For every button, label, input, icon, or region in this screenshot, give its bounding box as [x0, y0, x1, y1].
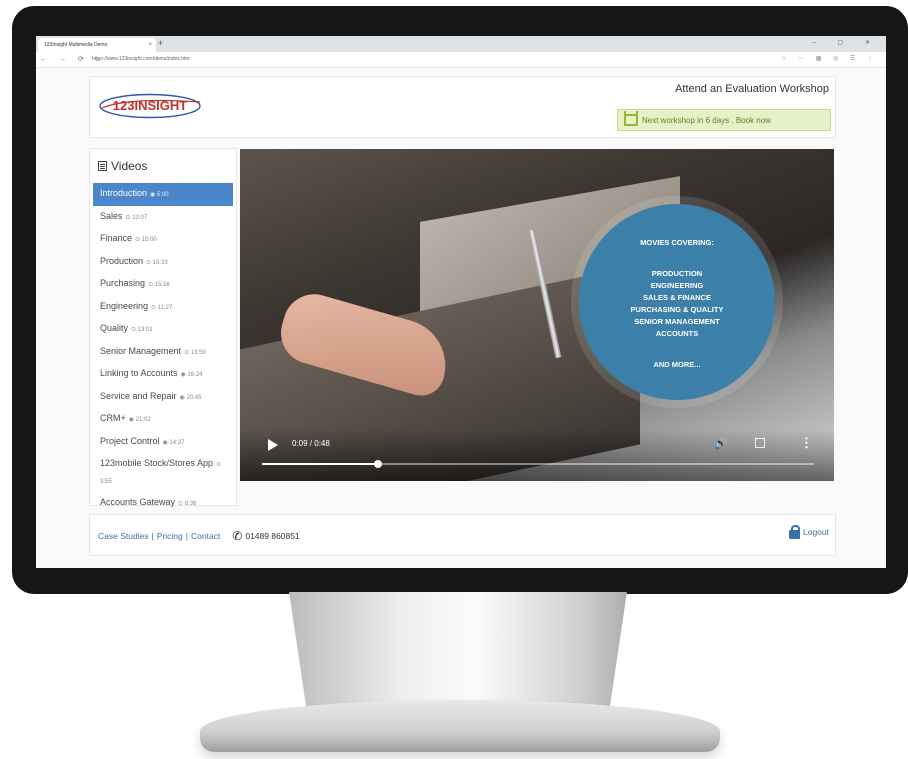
footer-links: Case Studies | Pricing | Contact ✆ 01489… — [98, 529, 300, 543]
url-field[interactable]: https://www.123insight.com/demo/index.ht… — [92, 55, 792, 64]
case-studies-link[interactable]: Case Studies — [98, 531, 149, 541]
document-icon — [98, 161, 107, 171]
video-duration: ⊙ 13:59 — [184, 349, 206, 356]
video-duration: ◉ 20:45 — [179, 394, 202, 401]
video-label: Quality — [100, 323, 129, 333]
video-label: Accounts Gateway — [100, 497, 176, 507]
tab-title: 123Insight Multimedia Demo — [44, 42, 108, 48]
video-time: 0:09 / 0:48 — [292, 439, 330, 448]
video-label: Engineering — [100, 300, 149, 311]
video-label: Linking to Accounts — [100, 368, 178, 378]
page-content: 123INSIGHT Attend an Evaluation Workshop… — [36, 68, 886, 568]
video-player[interactable]: MOVIES COVERING: PRODUCTION ENGINEERING … — [240, 149, 834, 481]
link-separator: | — [185, 531, 188, 541]
sidebar-item-video[interactable]: Introduction ◉ 5:00 — [93, 183, 233, 206]
calendar-icon — [624, 111, 638, 126]
browser-tab[interactable]: 123Insight Multimedia Demo × — [38, 38, 156, 52]
video-duration: ⊙ 11:27 — [151, 304, 173, 311]
overlay-line: SALES & FINANCE — [643, 293, 711, 302]
overlay-more: AND MORE... — [653, 360, 701, 369]
video-label: Purchasing — [100, 278, 146, 288]
video-label: Finance — [100, 233, 133, 243]
overlay-line: ACCOUNTS — [655, 329, 699, 338]
video-label: Sales — [100, 210, 123, 221]
video-label: 123mobile Stock/Stores App — [100, 458, 214, 468]
video-progress-fill — [262, 463, 378, 465]
video-controls: 0:09 / 0:48 🔊 ⋮ — [240, 429, 834, 481]
overlay-line: SENIOR MANAGEMENT — [634, 317, 720, 326]
fullscreen-icon[interactable] — [755, 438, 765, 448]
video-duration: ◉ 16:24 — [180, 372, 203, 378]
monitor-base — [200, 700, 720, 752]
video-duration: ⊙ 13:07 — [125, 214, 148, 221]
video-duration: ◉ 21:02 — [128, 417, 151, 423]
sidebar-item-video[interactable]: Project Control ◉ 14:37 — [90, 431, 236, 454]
lock-icon — [789, 524, 800, 539]
overlay-title: MOVIES COVERING: — [640, 238, 714, 247]
video-duration: ⊙ 15:00 — [135, 237, 157, 243]
video-label: Introduction — [100, 188, 148, 198]
video-duration: ◉ 5:00 — [150, 192, 169, 198]
video-duration: ⊙ 8:36 — [178, 501, 197, 507]
address-bar: ← → ⟳ ⌂ https://www.123insight.com/demo/… — [36, 52, 886, 68]
logo-text: 123INSIGHT — [113, 98, 187, 113]
sidebar-item-video[interactable]: Finance ⊙ 15:00 — [90, 228, 236, 251]
sidebar-item-video[interactable]: Service and Repair ◉ 20:45 — [90, 386, 236, 409]
window-controls[interactable]: – ▢ ✕ — [813, 39, 880, 46]
page-header: 123INSIGHT Attend an Evaluation Workshop… — [89, 76, 836, 138]
overlay-line: PURCHASING & QUALITY — [630, 305, 724, 314]
contact-link[interactable]: Contact — [191, 531, 220, 541]
overlay-line: PRODUCTION — [651, 269, 703, 278]
extension-icons[interactable]: ☆ ⋯ ▦ ◎ ☰ ⋮ — [781, 55, 878, 62]
tab-close-icon[interactable]: × — [148, 42, 152, 48]
logout-label: Logout — [803, 527, 829, 537]
video-label: Service and Repair — [100, 390, 177, 401]
monitor-stand — [289, 592, 627, 710]
video-list: Introduction ◉ 5:00 Sales ⊙ 13:07 Finance ⊙ 1… — [90, 183, 236, 537]
video-duration: ◉ 14:37 — [162, 439, 185, 446]
video-duration: ⊙ 13:01 — [131, 327, 153, 333]
evaluation-workshop-heading: Attend an Evaluation Workshop — [675, 83, 829, 95]
videos-title: Videos — [111, 159, 148, 173]
video-label: CRM+ — [100, 413, 126, 423]
more-options-icon[interactable]: ⋮ — [800, 435, 813, 451]
sidebar-item-video[interactable]: CRM+ ◉ 21:02 — [90, 408, 236, 431]
phone-icon: ✆ — [232, 529, 243, 543]
new-tab-button[interactable]: + — [158, 38, 163, 48]
video-progress-track[interactable] — [262, 460, 814, 468]
sidebar-item-video[interactable]: Sales ⊙ 13:07 — [90, 206, 236, 229]
overlay-line: ENGINEERING — [650, 281, 704, 290]
topics-overlay: MOVIES COVERING: PRODUCTION ENGINEERING … — [579, 204, 775, 400]
logout-button[interactable]: Logout — [789, 524, 829, 539]
link-separator: | — [151, 531, 154, 541]
sidebar-item-video[interactable]: Purchasing ⊙ 15:16 — [90, 273, 236, 296]
sidebar-item-video[interactable]: Quality ⊙ 13:01 — [90, 318, 236, 341]
volume-icon[interactable]: 🔊 — [714, 437, 728, 450]
phone-number: 01489 860851 — [245, 531, 300, 541]
sidebar-item-video[interactable]: Production ⊙ 15:33 — [90, 251, 236, 274]
book-workshop-label: Next workshop in 6 days . Book now — [642, 115, 771, 125]
sidebar-item-video[interactable]: Engineering ⊙ 11:27 — [90, 296, 236, 319]
sidebar-item-video[interactable]: Accounts Gateway ⊙ 8:36 — [90, 492, 236, 515]
play-icon[interactable] — [268, 439, 278, 451]
video-scrubber-handle[interactable] — [373, 460, 382, 468]
sidebar-item-video[interactable]: Linking to Accounts ◉ 16:24 — [90, 363, 236, 386]
video-label: Production — [100, 255, 144, 266]
video-duration: ⊙ 15:33 — [146, 259, 168, 266]
pricing-link[interactable]: Pricing — [157, 531, 183, 541]
videos-sidebar: Videos Introduction ◉ 5:00 Sales ⊙ 13:07 Fin… — [89, 148, 237, 530]
browser-tab-bar: 123Insight Multimedia Demo × + – ▢ ✕ — [36, 36, 886, 52]
monitor-screen: 123Insight Multimedia Demo × + – ▢ ✕ ← →… — [36, 36, 886, 568]
video-label: Project Control — [100, 435, 160, 446]
book-workshop-button[interactable]: Next workshop in 6 days . Book now — [617, 109, 831, 131]
video-label: Senior Management — [100, 345, 182, 356]
sidebar-item-video[interactable]: 123mobile Stock/Stores App ⊙ 3:55 — [90, 453, 236, 492]
page-footer: Case Studies | Pricing | Contact ✆ 01489… — [89, 514, 836, 556]
sidebar-item-video[interactable]: Senior Management ⊙ 13:59 — [90, 341, 236, 364]
videos-heading: Videos — [98, 159, 147, 173]
overlay-topic-list: PRODUCTION ENGINEERING SALES & FINANCE P… — [579, 268, 775, 340]
video-duration: ⊙ 15:16 — [148, 282, 170, 288]
logo-123insight[interactable]: 123INSIGHT — [98, 93, 202, 119]
